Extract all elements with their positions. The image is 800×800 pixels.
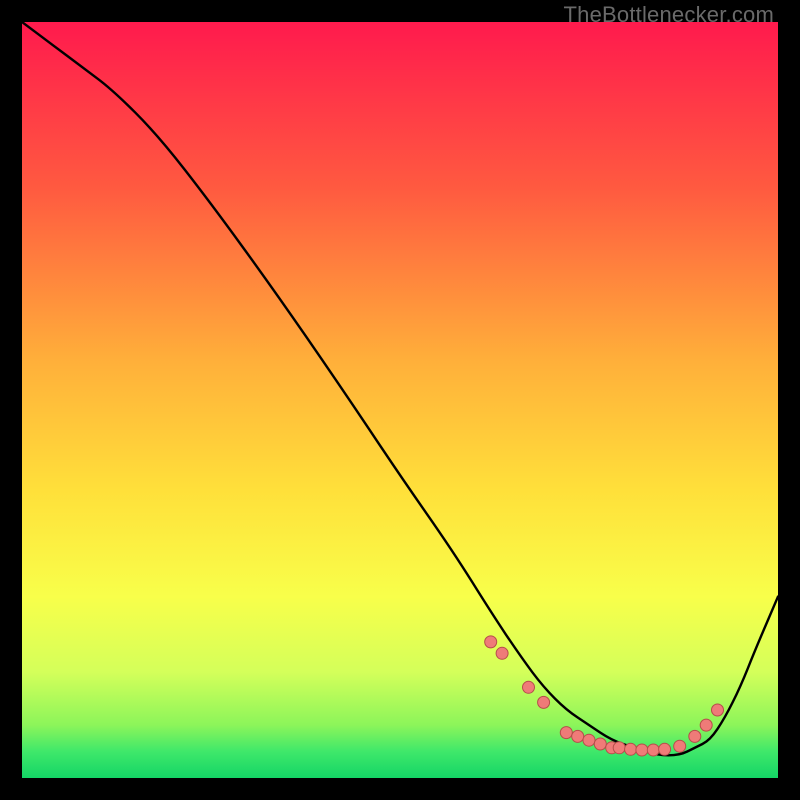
chart-svg <box>22 22 778 778</box>
chart-frame <box>22 22 778 778</box>
data-dot <box>647 744 659 756</box>
data-dot <box>700 719 712 731</box>
data-dot <box>572 730 584 742</box>
data-dot <box>523 681 535 693</box>
data-dot <box>485 636 497 648</box>
data-dot <box>674 740 686 752</box>
data-dot <box>636 744 648 756</box>
data-dot <box>689 730 701 742</box>
data-dot <box>712 704 724 716</box>
data-dot <box>625 743 637 755</box>
data-dot <box>594 738 606 750</box>
data-dot <box>496 647 508 659</box>
data-dot <box>659 743 671 755</box>
gradient-bg <box>22 22 778 778</box>
data-dot <box>583 734 595 746</box>
watermark-label: TheBottlenecker.com <box>564 2 774 28</box>
data-dot <box>538 696 550 708</box>
data-dot <box>613 742 625 754</box>
data-dot <box>560 727 572 739</box>
